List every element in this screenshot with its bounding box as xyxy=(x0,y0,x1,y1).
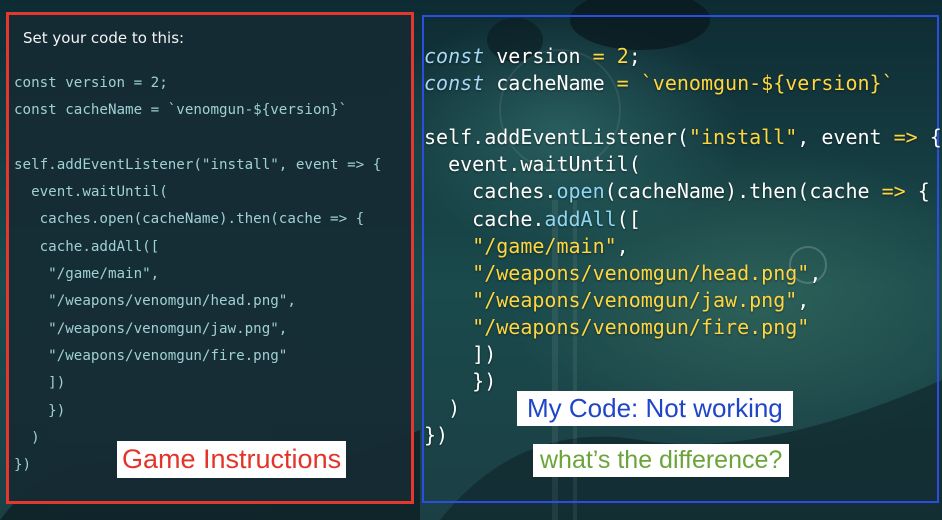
code-line: "/weapons/venomgun/head.png", xyxy=(14,293,296,310)
code-line: event.waitUntil( xyxy=(14,184,168,201)
code-line: self.addEventListener("install", event =… xyxy=(424,125,942,150)
code-line: "/game/main", xyxy=(472,233,629,258)
code-line: ]) xyxy=(14,375,66,392)
code-line: event.waitUntil( xyxy=(424,152,641,177)
code-line: const cacheName = `venomgun-${version}` xyxy=(14,102,348,119)
code-line: "/weapons/venomgun/jaw.png", xyxy=(14,320,288,337)
code-line: "/weapons/venomgun/fire.png" xyxy=(14,347,288,364)
code-line: "/weapons/venomgun/jaw.png", xyxy=(472,287,810,312)
instructions-header: Set your code to this: xyxy=(23,29,185,47)
instructions-code-block: const version = 2; const cacheName = `ve… xyxy=(14,70,381,479)
code-line: self.addEventListener("install", event =… xyxy=(14,156,382,173)
difference-question-label: what’s the difference? xyxy=(533,444,790,477)
code-line: cache.addAll([ xyxy=(424,206,641,231)
code-line: "/weapons/venomgun/fire.png" xyxy=(472,314,810,339)
code-line: const cacheName = `venomgun-${version}` xyxy=(424,71,894,96)
code-line: const version = 2; xyxy=(14,75,168,91)
code-line: ]) xyxy=(424,342,497,367)
game-instructions-label: Game Instructions xyxy=(117,441,347,478)
my-code-block: const version = 2; const cacheName = `ve… xyxy=(424,43,942,449)
code-line: caches.open(cacheName).then(cache => { xyxy=(424,179,930,204)
code-line: "/game/main", xyxy=(14,266,160,283)
my-code-status-label: My Code: Not working xyxy=(517,391,793,426)
code-line: caches.open(cacheName).then(cache => { xyxy=(14,211,365,228)
code-line: const version = 2; xyxy=(424,44,641,68)
code-line: }) xyxy=(14,402,66,419)
code-line: "/weapons/venomgun/head.png", xyxy=(472,260,822,285)
code-line: cache.addAll([ xyxy=(14,238,160,255)
